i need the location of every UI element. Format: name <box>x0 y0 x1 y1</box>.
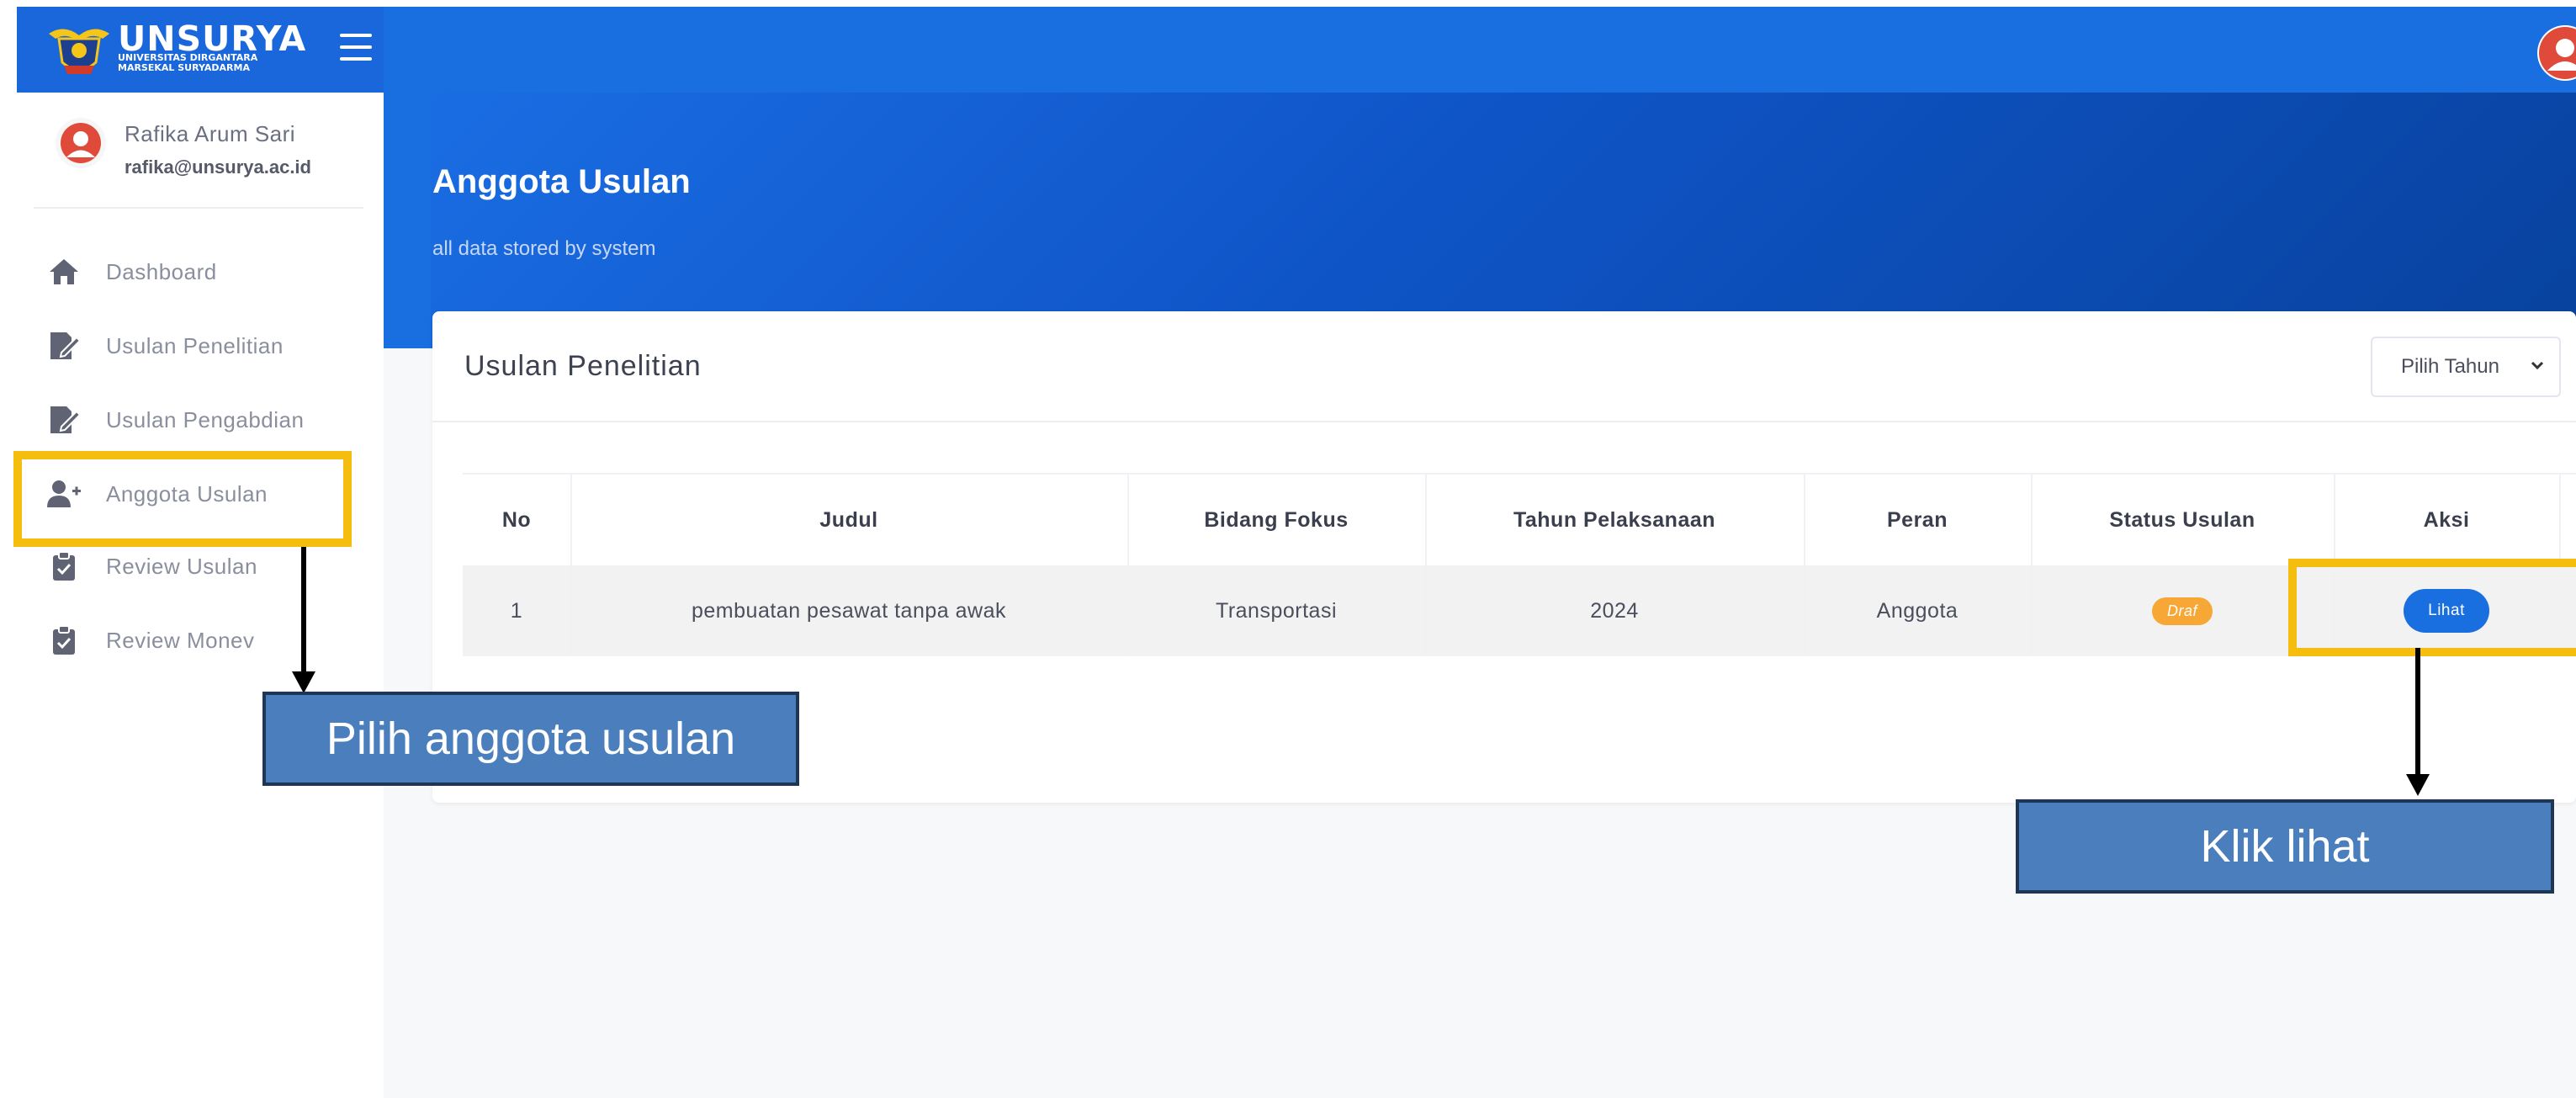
column-divider <box>570 473 572 656</box>
user-avatar-icon <box>2539 27 2576 79</box>
sidebar-item-usulan-pengabdian[interactable]: Usulan Pengabdian <box>47 395 367 445</box>
brand-subtitle-line2: MARSEKAL SURYADARMA <box>118 62 250 73</box>
clipboard-check-icon <box>47 623 81 657</box>
sidebar-item-dashboard[interactable]: Dashboard <box>47 247 367 297</box>
home-icon <box>47 255 81 289</box>
unsurya-logo[interactable] <box>47 19 111 79</box>
hamburger-line <box>340 45 372 49</box>
page-header-banner <box>384 93 2576 348</box>
cell-tahun: 2024 <box>1590 598 1639 623</box>
column-divider <box>1127 473 1129 656</box>
sidebar-item-label: Review Monev <box>106 627 255 653</box>
arrow-head-icon <box>292 671 315 693</box>
app-window: UNSURYA UNIVERSITAS DIRGANTARA MARSEKAL … <box>0 0 2576 1098</box>
card-divider <box>432 421 2576 422</box>
table-row: 1 pembuatan pesawat tanpa awak Transport… <box>463 565 2576 656</box>
page-title: Anggota Usulan <box>432 163 691 200</box>
clipboard-check-icon <box>47 549 81 583</box>
sidebar-item-label: Dashboard <box>106 258 217 284</box>
page-subtitle: all data stored by system <box>432 237 656 260</box>
unsurya-crest-icon <box>49 29 109 74</box>
column-header-peran: Peran <box>1887 507 1948 532</box>
user-avatar-icon <box>61 123 101 163</box>
arrow-to-callout-menu <box>301 547 306 675</box>
sidebar-item-label: Usulan Penelitian <box>106 332 284 358</box>
arrow-head-icon <box>2406 774 2430 796</box>
top-navbar <box>17 7 2576 93</box>
sidebar-item-review-usulan[interactable]: Review Usulan <box>47 541 367 591</box>
user-email: rafika@unsurya.ac.id <box>125 156 311 178</box>
column-divider <box>1804 473 1805 656</box>
hamburger-line <box>340 57 372 61</box>
status-badge: Draf <box>2151 597 2213 625</box>
column-divider <box>1425 473 1427 656</box>
callout-menu: Pilih anggota usulan <box>262 692 799 786</box>
cell-peran: Anggota <box>1876 598 1959 623</box>
column-header-tahun: Tahun Pelaksanaan <box>1513 507 1716 532</box>
column-divider <box>2031 473 2033 656</box>
table-header-row: No Judul Bidang Fokus Tahun Pelaksanaan … <box>463 473 2576 565</box>
highlight-anggota-usulan <box>13 451 352 547</box>
top-user-avatar[interactable] <box>2537 25 2576 81</box>
column-header-judul: Judul <box>819 507 878 532</box>
cell-judul: pembuatan pesawat tanpa awak <box>692 598 1006 623</box>
sidebar-divider <box>34 207 363 209</box>
column-header-aksi: Aksi <box>2423 507 2470 532</box>
hamburger-menu-button[interactable] <box>340 34 372 62</box>
year-select[interactable]: Pilih Tahun <box>2371 337 2561 397</box>
sidebar-user-avatar[interactable] <box>56 118 106 168</box>
cell-no: 1 <box>510 598 523 623</box>
edit-document-icon <box>47 403 81 437</box>
hamburger-line <box>340 34 372 37</box>
page-header-banner-edge <box>384 93 431 348</box>
edit-document-icon <box>47 329 81 363</box>
brand-header: UNSURYA UNIVERSITAS DIRGANTARA MARSEKAL … <box>17 7 384 93</box>
column-header-status: Status Usulan <box>2109 507 2255 532</box>
sidebar: Rafika Arum Sari rafika@unsurya.ac.id Da… <box>0 93 384 1098</box>
column-header-no: No <box>501 507 532 532</box>
cell-bidang-fokus: Transportasi <box>1215 598 1337 623</box>
sidebar-item-label: Usulan Pengabdian <box>106 406 305 432</box>
year-select-value: Pilih Tahun <box>2401 355 2499 378</box>
card-title: Usulan Penelitian <box>464 350 702 382</box>
column-header-bidang-fokus: Bidang Fokus <box>1204 507 1349 532</box>
highlight-lihat-button <box>2288 559 2576 656</box>
arrow-to-callout-button <box>2415 648 2420 776</box>
sidebar-item-review-monev[interactable]: Review Monev <box>47 615 367 666</box>
user-name: Rafika Arum Sari <box>125 121 296 146</box>
sidebar-item-usulan-penelitian[interactable]: Usulan Penelitian <box>47 321 367 371</box>
chevron-down-icon <box>2531 358 2544 372</box>
brand-subtitle: UNIVERSITAS DIRGANTARA MARSEKAL SURYADAR… <box>118 53 257 73</box>
main-content: Anggota Usulan all data stored by system… <box>384 93 2576 1098</box>
callout-button: Klik lihat <box>2016 799 2554 894</box>
sidebar-item-label: Review Usulan <box>106 553 257 579</box>
